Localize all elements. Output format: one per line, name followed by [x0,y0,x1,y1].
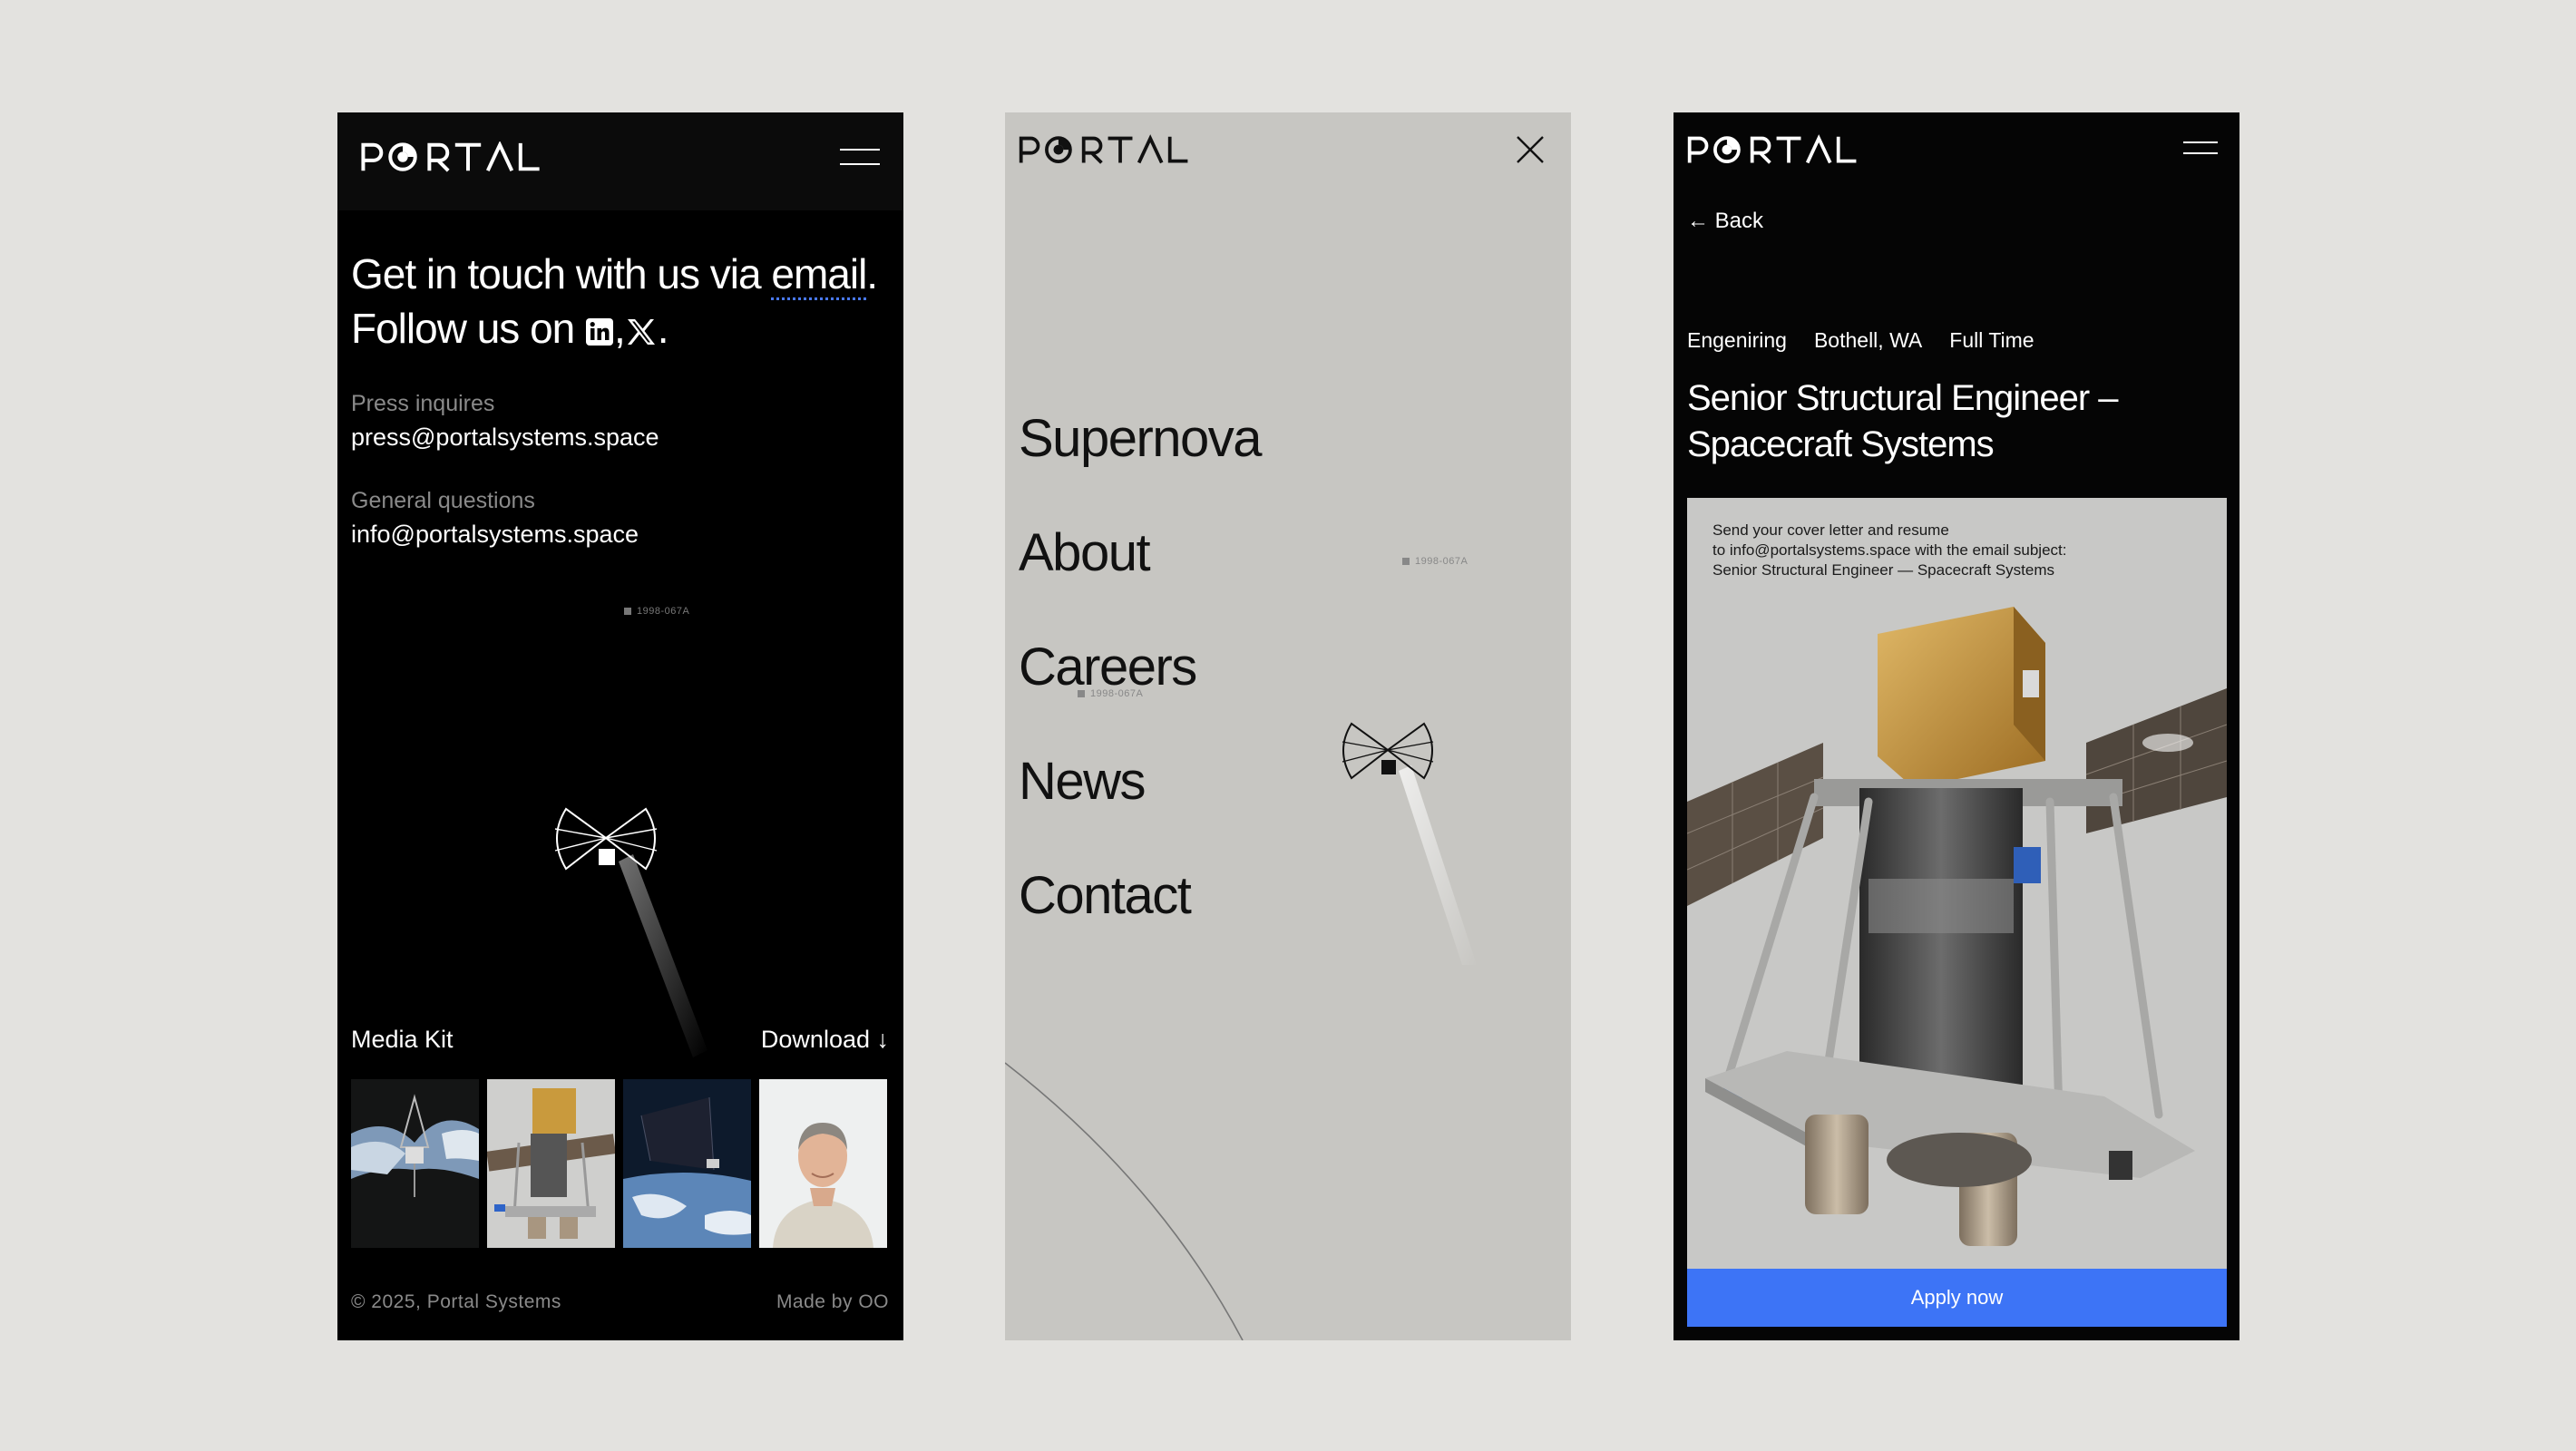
apply-now-button[interactable]: Apply now [1687,1269,2227,1327]
thumbnail-antenna-earth[interactable] [351,1079,479,1248]
linkedin-icon[interactable] [585,305,614,359]
thumbnail-solar-panel-orbit[interactable] [623,1079,751,1248]
contact-headline: Get in touch with us via email. Follow u… [351,247,886,359]
media-kit-thumbnails [351,1079,887,1248]
orbital-object-tag: 1998-067A [1078,688,1143,699]
nav-item-about[interactable]: About [1019,522,1151,584]
hamburger-menu-icon[interactable] [840,147,880,167]
general-email-link[interactable]: info@portalsystems.space [351,521,639,549]
job-tags: Engeniring Bothell, WA Full Time [1687,328,2034,353]
x-twitter-icon[interactable] [625,305,658,359]
thumbnail-team-portrait[interactable] [759,1079,887,1248]
orbital-object-tag: 1998-067A [1402,556,1468,567]
headline-email-link[interactable]: email [771,250,867,300]
job-detail-screen: ← Back Engeniring Bothell, WA Full Time … [1673,112,2239,1340]
headline-text: , [614,305,626,352]
job-location-tag: Bothell, WA [1813,328,1923,352]
job-type-tag: Full Time [1949,328,2034,352]
back-link[interactable]: ← Back [1687,209,1763,234]
satellite-probe-icon [1342,722,1477,965]
thumbnail-spacecraft-render[interactable] [487,1079,615,1248]
instruction-line: Senior Structural Engineer — Spacecraft … [1712,561,2054,579]
portal-logo[interactable] [1687,134,1859,167]
nav-item-news[interactable]: News [1019,751,1147,813]
footer-copyright: © 2025, Portal Systems [351,1291,561,1312]
download-media-kit-link[interactable]: Download ↓ [761,1026,889,1054]
menu-screen: Supernova About Careers News Contact 199… [1005,112,1571,1340]
orbit-line [1005,1062,1244,1340]
job-title: Senior Structural Engineer – Spacecraft … [1687,378,2119,464]
application-instructions: Send your cover letter and resume to inf… [1712,521,2202,580]
contact-screen: Get in touch with us via email. Follow u… [337,112,903,1340]
headline-text: Get in touch with us via [351,250,772,297]
footer-credit-link[interactable]: Made by OO [776,1291,889,1313]
nav-item-contact[interactable]: Contact [1019,865,1192,927]
job-application-card: Send your cover letter and resume to inf… [1687,498,2227,1327]
orbital-object-tag: 1998-067A [624,606,689,617]
hamburger-menu-icon[interactable] [2183,140,2218,156]
job-department-tag: Engeniring [1687,328,1787,352]
media-kit-label: Media Kit [351,1026,454,1053]
close-icon[interactable] [1515,134,1546,165]
nav-item-supernova[interactable]: Supernova [1019,408,1263,470]
press-label: Press inquires [351,391,495,416]
portal-logo[interactable] [351,141,552,174]
general-label: General questions [351,488,535,513]
instruction-line: to info@portalsystems.space with the ema… [1712,541,2067,559]
headline-text: . [657,305,669,352]
satellite-probe-icon [554,807,707,1057]
instruction-line: Send your cover letter and resume [1712,521,1949,539]
portal-logo[interactable] [1019,134,1191,167]
press-email-link[interactable]: press@portalsystems.space [351,424,659,452]
spacecraft-render-image [1687,607,2227,1246]
